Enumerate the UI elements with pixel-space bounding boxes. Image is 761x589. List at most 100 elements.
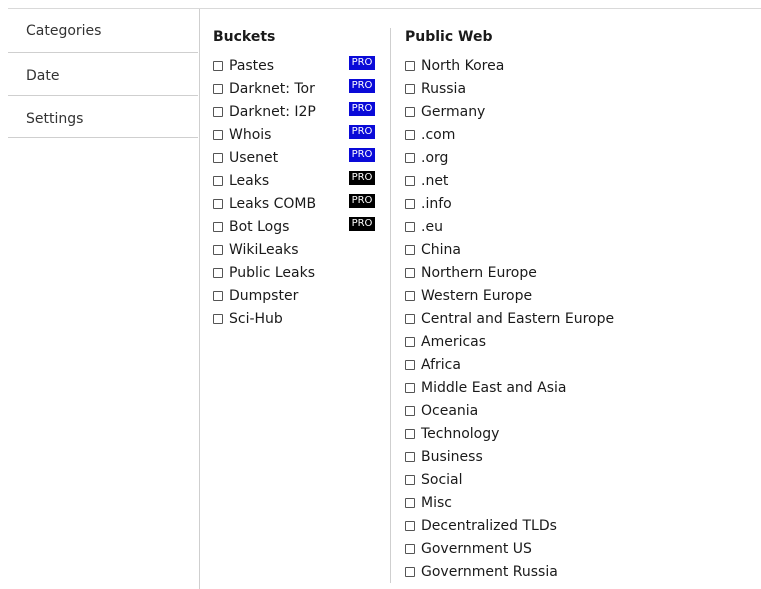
checkbox[interactable] <box>405 222 415 232</box>
checkbox[interactable] <box>213 268 223 278</box>
bucket-checkbox-row[interactable]: Darknet: Tor <box>213 79 315 99</box>
public-web-checkbox-row[interactable]: Misc <box>405 493 452 513</box>
checkbox[interactable] <box>405 406 415 416</box>
checkbox[interactable] <box>405 429 415 439</box>
bucket-checkbox-row[interactable]: Usenet <box>213 148 278 168</box>
tab-date[interactable]: Date <box>8 52 198 95</box>
checkbox[interactable] <box>405 291 415 301</box>
checkbox-label: Social <box>421 472 463 488</box>
public-web-checkbox-row[interactable]: China <box>405 240 461 260</box>
checkbox[interactable] <box>213 314 223 324</box>
checkbox[interactable] <box>405 153 415 163</box>
public-web-checkbox-row[interactable]: Central and Eastern Europe <box>405 309 614 329</box>
checkbox[interactable] <box>405 130 415 140</box>
tab-label: Categories <box>26 23 102 39</box>
checkbox-label: Decentralized TLDs <box>421 518 557 534</box>
tab-divider <box>8 137 198 138</box>
checkbox[interactable] <box>405 107 415 117</box>
public-web-checkbox-row[interactable]: Americas <box>405 332 486 352</box>
checkbox[interactable] <box>405 245 415 255</box>
pro-badge: PRO <box>349 171 375 185</box>
public-web-checkbox-row[interactable]: Government US <box>405 539 532 559</box>
checkbox[interactable] <box>213 199 223 209</box>
checkbox-label: .org <box>421 150 449 166</box>
checkbox-label: Technology <box>421 426 500 442</box>
checkbox[interactable] <box>405 314 415 324</box>
checkbox[interactable] <box>405 61 415 71</box>
checkbox[interactable] <box>405 176 415 186</box>
bucket-checkbox-row[interactable]: Dumpster <box>213 286 298 306</box>
tab-label: Settings <box>26 111 84 127</box>
checkbox-label: Whois <box>229 127 272 143</box>
checkbox-label: North Korea <box>421 58 505 74</box>
public-web-checkbox-row[interactable]: Africa <box>405 355 461 375</box>
pro-badge: PRO <box>349 79 375 93</box>
checkbox-label: Government Russia <box>421 564 558 580</box>
public-web-checkbox-row[interactable]: Western Europe <box>405 286 532 306</box>
checkbox[interactable] <box>405 544 415 554</box>
public-web-heading: Public Web <box>405 29 493 45</box>
checkbox-label: Russia <box>421 81 467 97</box>
bucket-checkbox-row[interactable]: Leaks COMB <box>213 194 316 214</box>
checkbox[interactable] <box>213 130 223 140</box>
checkbox[interactable] <box>405 567 415 577</box>
checkbox[interactable] <box>213 245 223 255</box>
bucket-checkbox-row[interactable]: Bot Logs <box>213 217 289 237</box>
public-web-checkbox-row[interactable]: Russia <box>405 79 466 99</box>
checkbox[interactable] <box>405 521 415 531</box>
bucket-checkbox-row[interactable]: Leaks <box>213 171 269 191</box>
pro-badge: PRO <box>349 102 375 116</box>
checkbox-label: .eu <box>421 219 443 235</box>
checkbox[interactable] <box>405 383 415 393</box>
checkbox[interactable] <box>405 199 415 209</box>
public-web-checkbox-row[interactable]: Oceania <box>405 401 478 421</box>
tab-label: Date <box>26 68 60 84</box>
public-web-checkbox-row[interactable]: Technology <box>405 424 499 444</box>
checkbox-label: Usenet <box>229 150 279 166</box>
checkbox[interactable] <box>213 61 223 71</box>
bucket-checkbox-row[interactable]: Darknet: I2P <box>213 102 316 122</box>
public-web-checkbox-row[interactable]: Social <box>405 470 463 490</box>
public-web-checkbox-row[interactable]: Business <box>405 447 483 467</box>
public-web-checkbox-row[interactable]: .net <box>405 171 448 191</box>
public-web-checkbox-row[interactable]: Middle East and Asia <box>405 378 566 398</box>
public-web-checkbox-row[interactable]: Decentralized TLDs <box>405 516 557 536</box>
bucket-checkbox-row[interactable]: Whois <box>213 125 271 145</box>
checkbox[interactable] <box>213 176 223 186</box>
public-web-checkbox-row[interactable]: Northern Europe <box>405 263 537 283</box>
checkbox[interactable] <box>213 222 223 232</box>
public-web-checkbox-row[interactable]: .org <box>405 148 448 168</box>
bucket-checkbox-row[interactable]: Sci-Hub <box>213 309 283 329</box>
checkbox[interactable] <box>213 291 223 301</box>
checkbox[interactable] <box>405 452 415 462</box>
checkbox-label: Western Europe <box>421 288 533 304</box>
public-web-checkbox-row[interactable]: Government Russia <box>405 562 558 582</box>
checkbox[interactable] <box>405 337 415 347</box>
checkbox[interactable] <box>405 475 415 485</box>
tab-categories[interactable]: Categories <box>8 20 198 52</box>
checkbox[interactable] <box>405 360 415 370</box>
tab-settings[interactable]: Settings <box>8 95 198 138</box>
pro-badge: PRO <box>349 148 375 162</box>
public-web-checkbox-row[interactable]: Germany <box>405 102 485 122</box>
checkbox-label: Government US <box>421 541 532 557</box>
checkbox[interactable] <box>405 498 415 508</box>
public-web-checkbox-row[interactable]: North Korea <box>405 56 504 76</box>
checkbox[interactable] <box>405 268 415 278</box>
bucket-checkbox-row[interactable]: Public Leaks <box>213 263 315 283</box>
checkbox-label: .net <box>421 173 449 189</box>
checkbox[interactable] <box>405 84 415 94</box>
checkbox-label: Business <box>421 449 483 465</box>
bucket-checkbox-row[interactable]: WikiLeaks <box>213 240 299 260</box>
public-web-checkbox-row[interactable]: .com <box>405 125 455 145</box>
tab-list: Categories Date Settings <box>8 9 200 589</box>
public-web-checkbox-row[interactable]: .eu <box>405 217 443 237</box>
checkbox-label: Leaks <box>229 173 270 189</box>
checkbox[interactable] <box>213 153 223 163</box>
public-web-checkbox-row[interactable]: .info <box>405 194 452 214</box>
checkbox[interactable] <box>213 84 223 94</box>
checkbox-label: Leaks COMB <box>229 196 317 212</box>
checkbox-label: Central and Eastern Europe <box>421 311 615 327</box>
bucket-checkbox-row[interactable]: Pastes <box>213 56 274 76</box>
checkbox[interactable] <box>213 107 223 117</box>
